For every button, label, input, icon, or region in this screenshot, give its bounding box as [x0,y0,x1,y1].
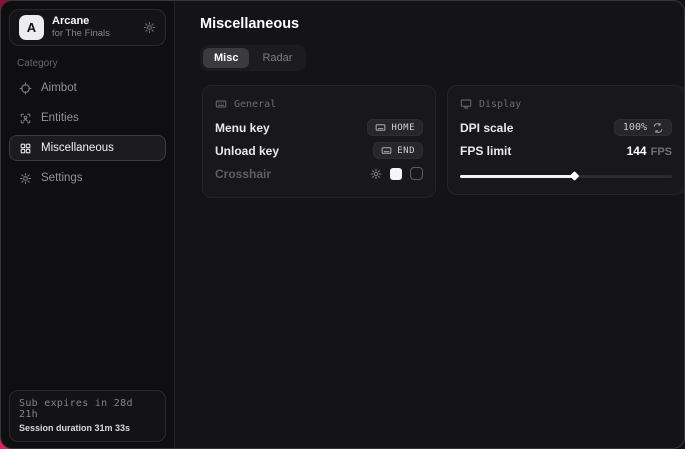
unload-keybind-button[interactable]: END [373,142,423,159]
sidebar-item-label: Entities [41,112,79,124]
logo-card: A Arcane for The Finals [9,9,166,46]
tab-radar[interactable]: Radar [251,48,303,68]
tab-bar: Misc Radar [200,45,306,71]
display-panel-header: Display [460,98,672,110]
keyboard-icon [381,145,392,156]
fps-limit-row: FPS limit 144 FPS [460,139,672,162]
sidebar-item-miscellaneous[interactable]: Miscellaneous [9,135,166,161]
crosshair-label: Crosshair [215,167,271,181]
app-logo: A [19,15,44,40]
main-content: Miscellaneous Misc Radar General Menu ke… [175,1,685,448]
general-panel-header: General [215,98,423,110]
dpi-scale-value: 100% [623,122,647,133]
monitor-icon [460,98,472,110]
sidebar-item-settings[interactable]: Settings [9,165,166,191]
crosshair-color-swatch[interactable] [390,168,402,180]
cycle-icon [653,123,663,133]
general-panel: General Menu key HOME Unload key [202,85,436,198]
display-panel-title: Display [479,99,521,110]
display-panel: Display DPI scale 100% [447,85,685,195]
general-panel-title: General [234,99,276,110]
sync-gear-icon[interactable] [143,21,156,34]
session-duration-text: Session duration 31m 33s [19,423,156,433]
dpi-scale-select[interactable]: 100% [614,119,672,136]
sub-expires-text: Sub expires in 28d 21h [19,398,156,420]
app-name: Arcane [52,15,110,29]
dpi-scale-row: DPI scale 100% [460,116,672,139]
unload-key-row: Unload key END [215,139,423,162]
menu-key-label: Menu key [215,121,270,135]
unload-keybind-value: END [397,146,415,156]
fps-number: 144 [627,144,647,158]
app-subtitle: for The Finals [52,28,110,40]
panels-row: General Menu key HOME Unload key [202,85,685,198]
menu-key-row: Menu key HOME [215,116,423,139]
sidebar-item-label: Miscellaneous [41,142,114,154]
sidebar-item-label: Settings [41,172,83,184]
menu-keybind-button[interactable]: HOME [367,119,423,136]
menu-keybind-value: HOME [391,123,415,133]
tab-misc[interactable]: Misc [203,48,249,68]
crosshair-checkbox[interactable] [410,167,423,180]
app-titles: Arcane for The Finals [52,15,110,41]
fps-limit-slider[interactable] [460,170,672,182]
sidebar-item-aimbot[interactable]: Aimbot [9,75,166,101]
crosshair-icon [19,82,32,95]
app-window: A Arcane for The Finals Category [0,0,685,449]
crosshair-row: Crosshair [215,162,423,185]
slider-thumb[interactable] [570,171,580,181]
crosshair-controls [370,167,423,180]
sidebar: A Arcane for The Finals Category [1,1,175,448]
sidebar-nav: Aimbot Entities Miscel [1,75,174,191]
crosshair-settings-gear-icon[interactable] [370,168,382,180]
category-label: Category [17,58,174,69]
fps-limit-value: 144 FPS [627,144,672,158]
slider-track[interactable] [460,175,672,178]
gear-icon [19,172,32,185]
keyboard-icon [215,98,227,110]
fps-limit-label: FPS limit [460,144,511,158]
fps-slider-fill [460,175,574,178]
keyboard-icon [375,122,386,133]
dpi-scale-label: DPI scale [460,121,513,135]
page-title: Miscellaneous [200,16,685,32]
sidebar-item-label: Aimbot [41,82,77,94]
scan-person-icon [19,112,32,125]
grid-icon [19,142,32,155]
fps-unit: FPS [651,146,672,158]
sidebar-item-entities[interactable]: Entities [9,105,166,131]
subscription-card: Sub expires in 28d 21h Session duration … [9,390,166,442]
unload-key-label: Unload key [215,144,279,158]
